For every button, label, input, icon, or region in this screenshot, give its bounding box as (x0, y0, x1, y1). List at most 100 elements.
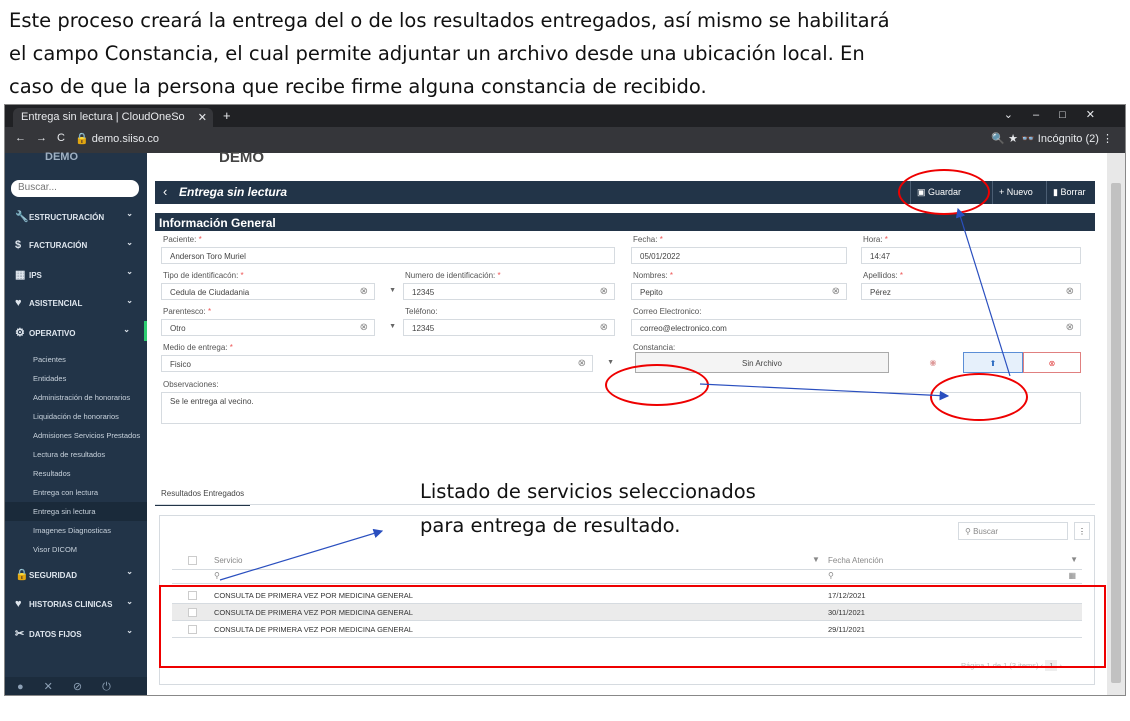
required-mark: * (198, 235, 202, 244)
doc-line: caso de que la persona que recibe firme … (9, 75, 707, 98)
constancia-label: Constancia: (633, 343, 676, 352)
browser-tab[interactable]: Entrega sin lectura | CloudOneSo ✕ (13, 108, 213, 127)
tab-resultados-entregados[interactable]: Resultados Entregados (155, 485, 251, 506)
eye-icon[interactable]: ◉ (903, 352, 963, 373)
sidebar-item-operativo[interactable]: ⚙ OPERATIVO ⌄ (5, 321, 147, 341)
input-value: Pepito (640, 288, 663, 297)
url-text: demo.siiso.co (91, 133, 160, 145)
hospital-icon: ▦ (15, 269, 26, 281)
sidebar-subitem[interactable]: Lectura de resultados (5, 445, 147, 464)
page-title: Entrega sin lectura (179, 185, 288, 199)
sidebar-subitem[interactable]: Resultados (5, 464, 147, 483)
sidebar-subitem[interactable]: Liquidación de honorarios (5, 407, 147, 426)
sidebar-item-asistencial[interactable]: ♥ ASISTENCIAL ⌄ (5, 292, 147, 312)
required-mark: * (884, 235, 888, 244)
sidebar-subitem[interactable]: Pacientes (5, 350, 147, 369)
label-text: Parentesco: (163, 307, 206, 316)
sidebar-subitem[interactable]: Entrega con lectura (5, 483, 147, 502)
clear-icon[interactable]: ⊗ (360, 322, 368, 333)
hora-field[interactable]: 14:47 (861, 247, 1081, 264)
grid-search-input[interactable]: ⚲ Buscar (958, 522, 1068, 540)
chevron-down-icon: ⌄ (126, 296, 133, 305)
close-icon[interactable]: ✕ (198, 111, 207, 124)
fecha-field[interactable]: 05/01/2022 (631, 247, 847, 264)
correo-label: Correo Electronico: (633, 307, 702, 316)
sidebar-footer-icons[interactable]: ●✕⊘⏻ (5, 677, 147, 695)
url-field[interactable]: 🔒 demo.siiso.co (75, 132, 159, 145)
nav-arrows-icon[interactable]: ←→C (15, 132, 75, 144)
sidebar-item-estructuracion[interactable]: 🔧ESTRUCTURACIÓN ⌄ (5, 205, 147, 225)
nombres-field[interactable]: Pepito ⊗ (631, 283, 847, 300)
browser-tabbar: Entrega sin lectura | CloudOneSo ✕ + ⌄–□✕ (5, 105, 1125, 127)
tipo-id-select[interactable]: Cedula de Ciudadania ⊗ ▼ (161, 283, 396, 300)
clear-icon[interactable]: ⊗ (1066, 322, 1074, 333)
sidebar-item-label: FACTURACIÓN (29, 241, 88, 250)
parentesco-select[interactable]: Otro ⊗ ▼ (161, 319, 396, 336)
sidebar-subitem[interactable]: Visor DICOM (5, 540, 147, 559)
required-mark: * (669, 271, 674, 280)
delete-button[interactable]: ▮ Borrar (1046, 181, 1095, 204)
sidebar-item-label: DATOS FIJOS (29, 630, 82, 639)
chevron-down-icon[interactable]: ▼ (389, 287, 396, 294)
sidebar-item-label: OPERATIVO (29, 329, 76, 338)
sidebar-subitem[interactable]: Administración de honorarios (5, 388, 147, 407)
doc-line: el campo Constancia, el cual permite adj… (9, 42, 865, 65)
chevron-down-icon: ⌄ (123, 325, 130, 334)
label-text: Tipo de identificacón: (163, 271, 239, 280)
num-id-field[interactable]: 12345 ⊗ (403, 283, 615, 300)
chevron-down-icon[interactable]: ▼ (389, 323, 396, 330)
search-placeholder: Buscar (973, 527, 998, 536)
search-icon[interactable]: ⚲ (828, 571, 834, 580)
sidebar-subitem[interactable]: Entidades (5, 369, 147, 388)
input-value: Pérez (870, 288, 891, 297)
clear-icon[interactable]: ⊗ (832, 286, 840, 297)
nombres-label: Nombres: * (633, 271, 673, 280)
filter-icon[interactable]: ▼ (812, 555, 820, 564)
sidebar-item-ips[interactable]: ▦ IPS ⌄ (5, 263, 147, 283)
sidebar-item-datos-fijos[interactable]: ✂ DATOS FIJOS ⌄ (5, 622, 147, 642)
medio-select[interactable]: Fisico ⊗ ▼ (161, 355, 614, 372)
clear-icon[interactable]: ⊗ (600, 286, 608, 297)
clear-icon[interactable]: ⊗ (360, 286, 368, 297)
sidebar-item-facturacion[interactable]: $ FACTURACIÓN ⌄ (5, 234, 147, 254)
filter-icon[interactable]: ▼ (1070, 555, 1078, 564)
back-icon[interactable]: ‹ (163, 184, 167, 199)
clear-icon[interactable]: ⊗ (600, 322, 608, 333)
chevron-down-icon[interactable]: ▼ (607, 359, 614, 366)
new-tab-icon[interactable]: + (223, 108, 231, 123)
section-title: Información General (155, 213, 1095, 231)
sidebar-subitem[interactable]: Admisiones Servicios Prestados (5, 426, 147, 445)
sidebar-subitem-active[interactable]: Entrega sin lectura (5, 502, 147, 521)
clear-icon[interactable]: ⊗ (1066, 286, 1074, 297)
label-text: Paciente: (163, 235, 197, 244)
sidebar: DEMO Buscar... 🔧ESTRUCTURACIÓN ⌄ $ FACTURA… (5, 151, 147, 695)
sidebar-item-historias[interactable]: ♥ HISTORIAS CLINICAS ⌄ (5, 593, 147, 613)
heart-icon: ♥ (15, 598, 22, 610)
telefono-field[interactable]: 12345 ⊗ (403, 319, 615, 336)
calendar-icon[interactable]: ▦ (1068, 571, 1076, 580)
sidebar-subitem[interactable]: Imagenes Diagnosticas (5, 521, 147, 540)
col-fecha[interactable]: Fecha Atención (828, 556, 883, 565)
input-value: 12345 (412, 324, 435, 333)
select-all-checkbox[interactable] (188, 556, 197, 565)
scrollbar-thumb[interactable] (1111, 183, 1121, 683)
sidebar-item-seguridad[interactable]: 🔒SEGURIDAD ⌄ (5, 563, 147, 583)
scrollbar[interactable] (1107, 153, 1125, 695)
incognito-badge[interactable]: 🔍 ★ 👓 Incógnito (2) ⋮ (991, 132, 1113, 145)
chevron-down-icon: ⌄ (126, 626, 133, 635)
tools-icon: ✂ (15, 628, 25, 640)
apellidos-field[interactable]: Pérez ⊗ (861, 283, 1081, 300)
correo-field[interactable]: correo@electronico.com ⊗ (631, 319, 1081, 336)
window-controls[interactable]: ⌄–□✕ (1004, 108, 1115, 121)
doc-line: Este proceso creará la entrega del o de … (9, 9, 890, 32)
col-servicio[interactable]: Servicio (214, 556, 242, 565)
upload-button[interactable]: ⬆ (963, 352, 1023, 373)
search-icon[interactable]: ⚲ (214, 571, 220, 580)
remove-file-button[interactable]: ⊗ (1023, 352, 1081, 373)
apellidos-label: Apellidos: * (863, 271, 903, 280)
clear-icon[interactable]: ⊗ (578, 358, 586, 369)
paciente-field[interactable]: Anderson Toro Muriel (161, 247, 615, 264)
new-button[interactable]: + Nuevo (992, 181, 1046, 204)
grid-menu-icon[interactable]: ⋮ (1074, 522, 1090, 540)
sidebar-search-input[interactable]: Buscar... (11, 180, 139, 197)
